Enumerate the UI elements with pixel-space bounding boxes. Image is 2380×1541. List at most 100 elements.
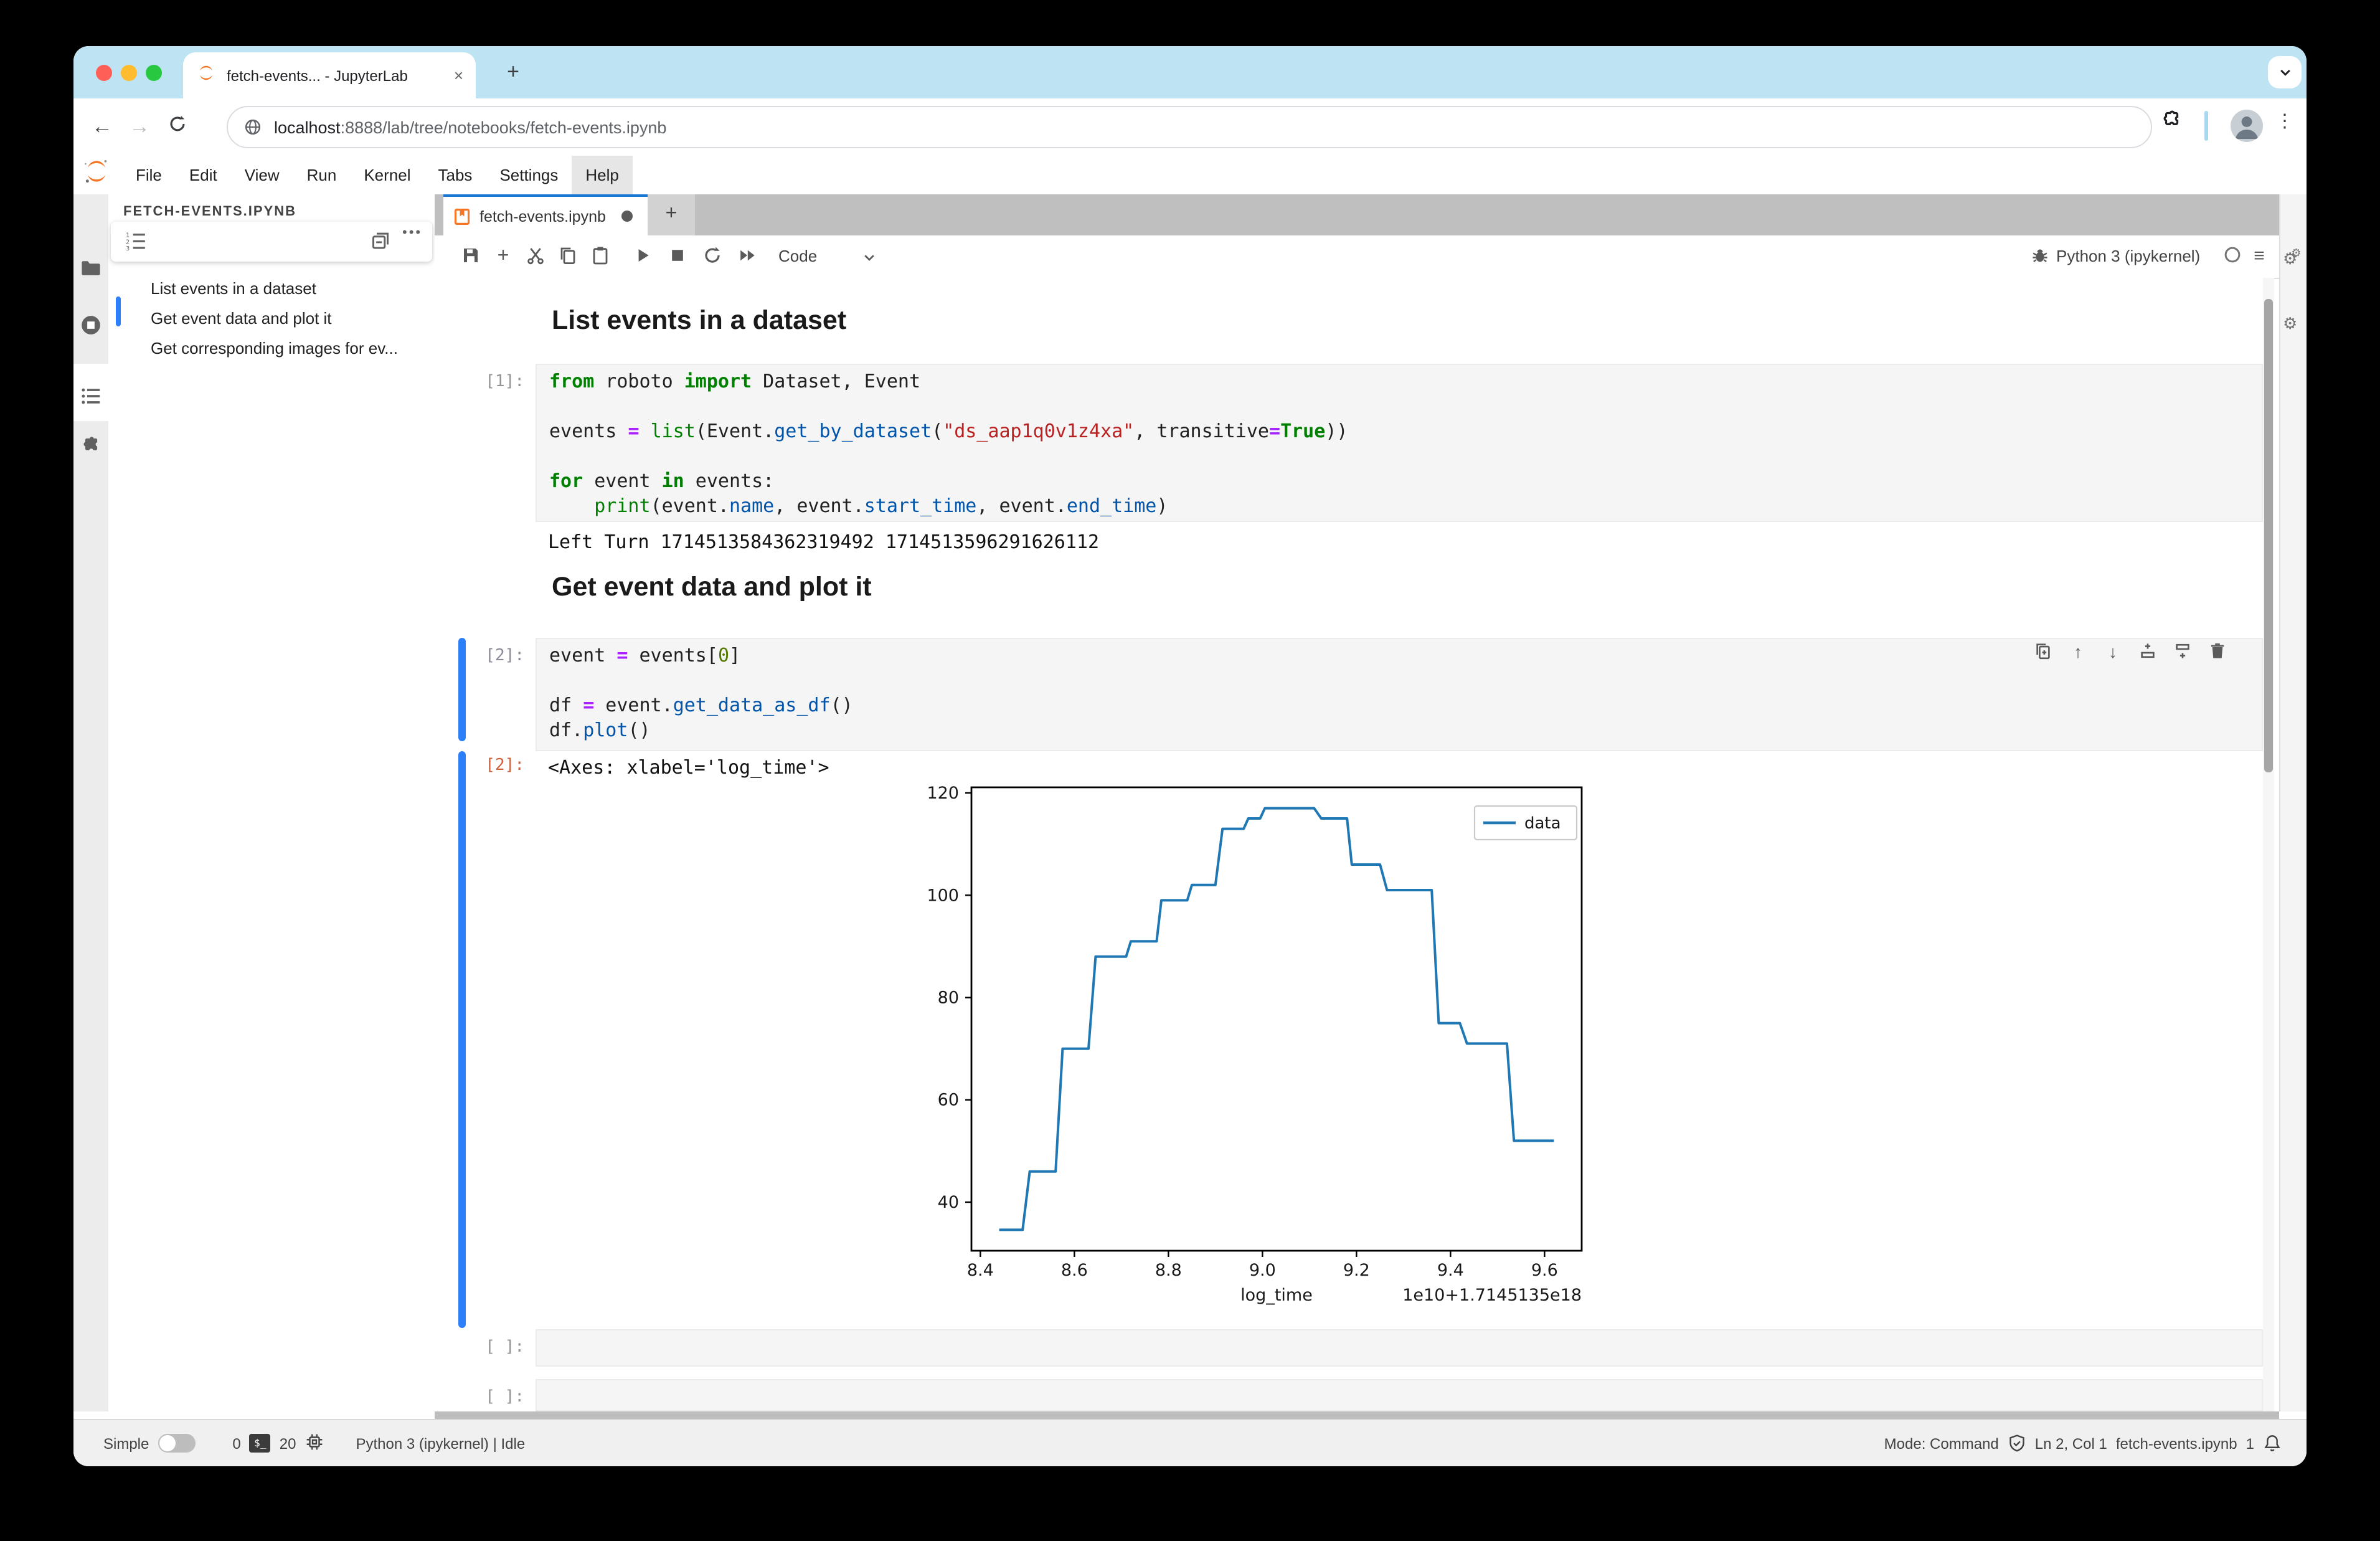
extension-manager-icon[interactable]	[80, 435, 102, 457]
chevron-down-icon	[2277, 65, 2292, 80]
dock-bottom-edge	[435, 1411, 2279, 1419]
table-of-contents-icon[interactable]	[80, 385, 102, 407]
run-cell-icon[interactable]	[631, 245, 654, 268]
cell4-prompt: [ ]:	[435, 1388, 524, 1406]
cell3-prompt: [ ]:	[435, 1338, 524, 1357]
cell1-output-text: Left Turn 1714513584362319492 1714513596…	[548, 531, 1099, 553]
insert-cell-icon[interactable]: +	[492, 245, 514, 268]
forward-button[interactable]: →	[121, 114, 158, 139]
kernel-status-icon	[2221, 245, 2243, 268]
new-tab-button[interactable]: +	[497, 56, 529, 88]
save-icon[interactable]	[460, 245, 482, 268]
interrupt-kernel-icon[interactable]	[666, 245, 689, 268]
cell2-output-collapser[interactable]	[458, 751, 466, 1328]
menu-settings[interactable]: Settings	[486, 155, 572, 194]
kernel-status-text[interactable]: Python 3 (ipykernel) | Idle	[356, 1434, 525, 1452]
browser-window: fetch-events... - JupyterLab × + ← → loc…	[73, 46, 2307, 1466]
insert-cell-below-icon[interactable]	[2172, 642, 2193, 663]
cell2-input[interactable]: event = events[0] df = event.get_data_as…	[536, 638, 2263, 751]
file-browser-icon[interactable]	[80, 257, 102, 279]
collapse-all-icon[interactable]	[370, 230, 391, 258]
restart-run-all-icon[interactable]	[736, 245, 758, 268]
notebook-file-icon	[453, 207, 471, 225]
minimize-window-button[interactable]	[121, 65, 137, 81]
svg-text:9.4: 9.4	[1437, 1261, 1464, 1280]
jupyterlab-app: File Edit View Run Kernel Tabs Settings …	[73, 154, 2307, 1466]
menu-help[interactable]: Help	[572, 155, 633, 194]
cell1-code: from roboto import Dataset, Event events…	[537, 365, 2262, 522]
cell3-input[interactable]	[536, 1329, 2263, 1367]
cursor-position[interactable]: Ln 2, Col 1	[2035, 1434, 2107, 1452]
menu-run[interactable]: Run	[293, 155, 351, 194]
cell-type-dropdown[interactable]: Code	[778, 247, 817, 265]
debugger-bug-icon[interactable]	[2029, 245, 2051, 268]
svg-text:8.4: 8.4	[967, 1261, 994, 1280]
notifications-bell-icon[interactable]	[2263, 1434, 2282, 1453]
cell2-output-repr: <Axes: xlabel='log_time'>	[548, 756, 829, 779]
notebook-tab[interactable]: fetch-events.ipynb	[443, 194, 648, 235]
menu-view[interactable]: View	[231, 155, 293, 194]
url-bar[interactable]: localhost:8888/lab/tree/notebooks/fetch-…	[227, 106, 2152, 148]
menu-tabs[interactable]: Tabs	[425, 155, 486, 194]
browser-menu-icon[interactable]: ⋮	[2275, 110, 2294, 132]
svg-text:8.8: 8.8	[1155, 1261, 1182, 1280]
right-sidebar: ⚙⚙ ⚙	[2279, 194, 2307, 1411]
terminal-icon: $_	[250, 1434, 271, 1453]
toc-item-3[interactable]: Get corresponding images for ev...	[151, 334, 418, 364]
restart-kernel-icon[interactable]	[701, 245, 724, 268]
site-info-icon[interactable]	[244, 118, 262, 136]
toolbar-divider	[2204, 111, 2208, 141]
svg-text:8.6: 8.6	[1061, 1261, 1088, 1280]
copy-cells-icon[interactable]	[557, 245, 579, 268]
toolbar-more-icon[interactable]: ≡	[2248, 245, 2270, 268]
reload-button[interactable]	[158, 114, 196, 139]
move-cell-up-icon[interactable]: ↑	[2067, 642, 2089, 663]
browser-tab-title: fetch-events... - JupyterLab	[227, 67, 454, 84]
move-cell-down-icon[interactable]: ↓	[2102, 642, 2123, 663]
tab-search-button[interactable]	[2268, 56, 2302, 88]
url-text: localhost:8888/lab/tree/notebooks/fetch-…	[274, 118, 666, 136]
insert-cell-above-icon[interactable]	[2137, 642, 2158, 663]
scrollbar-thumb[interactable]	[2264, 299, 2273, 772]
notebook-scrollbar[interactable]	[2263, 278, 2274, 1411]
cell2-output-prompt: [2]:	[435, 756, 524, 775]
cut-cells-icon[interactable]	[524, 245, 547, 268]
profile-avatar[interactable]	[2231, 110, 2263, 142]
simple-mode-toggle[interactable]	[158, 1434, 195, 1453]
svg-text:log_time: log_time	[1240, 1286, 1313, 1305]
browser-tab[interactable]: fetch-events... - JupyterLab ×	[183, 52, 476, 98]
notebook-tab-label: fetch-events.ipynb	[479, 207, 621, 225]
jupyter-favicon	[197, 63, 215, 88]
reload-icon	[168, 114, 186, 133]
browser-tabstrip: fetch-events... - JupyterLab × +	[73, 46, 2307, 98]
cell-type-chevron-icon[interactable]	[858, 249, 881, 272]
extensions-icon[interactable]	[2161, 110, 2182, 137]
close-window-button[interactable]	[96, 65, 112, 81]
menu-edit[interactable]: Edit	[176, 155, 231, 194]
cell1-input[interactable]: from roboto import Dataset, Event events…	[536, 364, 2263, 522]
cell4-input[interactable]	[536, 1379, 2263, 1411]
unsaved-dot-icon[interactable]	[621, 211, 633, 222]
command-mode-label[interactable]: Mode: Command	[1884, 1434, 1999, 1452]
delete-cell-icon[interactable]	[2207, 642, 2228, 663]
toc-more-icon[interactable]: •••	[402, 225, 422, 240]
zoom-window-button[interactable]	[146, 65, 162, 81]
back-button[interactable]: ←	[83, 114, 121, 139]
property-inspector-icon[interactable]: ⚙⚙	[2283, 249, 2307, 269]
toc-item-2[interactable]: Get event data and plot it	[151, 304, 418, 334]
svg-text:1: 1	[126, 232, 130, 239]
kernel-name-button[interactable]: Python 3 (ipykernel)	[2056, 247, 2200, 265]
add-notebook-tab-button[interactable]: +	[648, 194, 695, 235]
running-kernels-icon[interactable]	[80, 314, 102, 336]
duplicate-cell-icon[interactable]	[2033, 642, 2054, 663]
numbered-list-icon[interactable]: 123	[126, 230, 147, 258]
menu-kernel[interactable]: Kernel	[350, 155, 424, 194]
svg-text:2: 2	[126, 239, 130, 245]
notebook-toolbar: + Code	[435, 235, 2279, 279]
activity-bar	[73, 194, 108, 1411]
debugger-panel-icon[interactable]: ⚙	[2283, 314, 2297, 334]
close-tab-icon[interactable]: ×	[454, 66, 463, 85]
toc-item-1[interactable]: List events in a dataset	[151, 274, 418, 304]
menu-file[interactable]: File	[122, 155, 176, 194]
paste-cells-icon[interactable]	[589, 245, 612, 268]
